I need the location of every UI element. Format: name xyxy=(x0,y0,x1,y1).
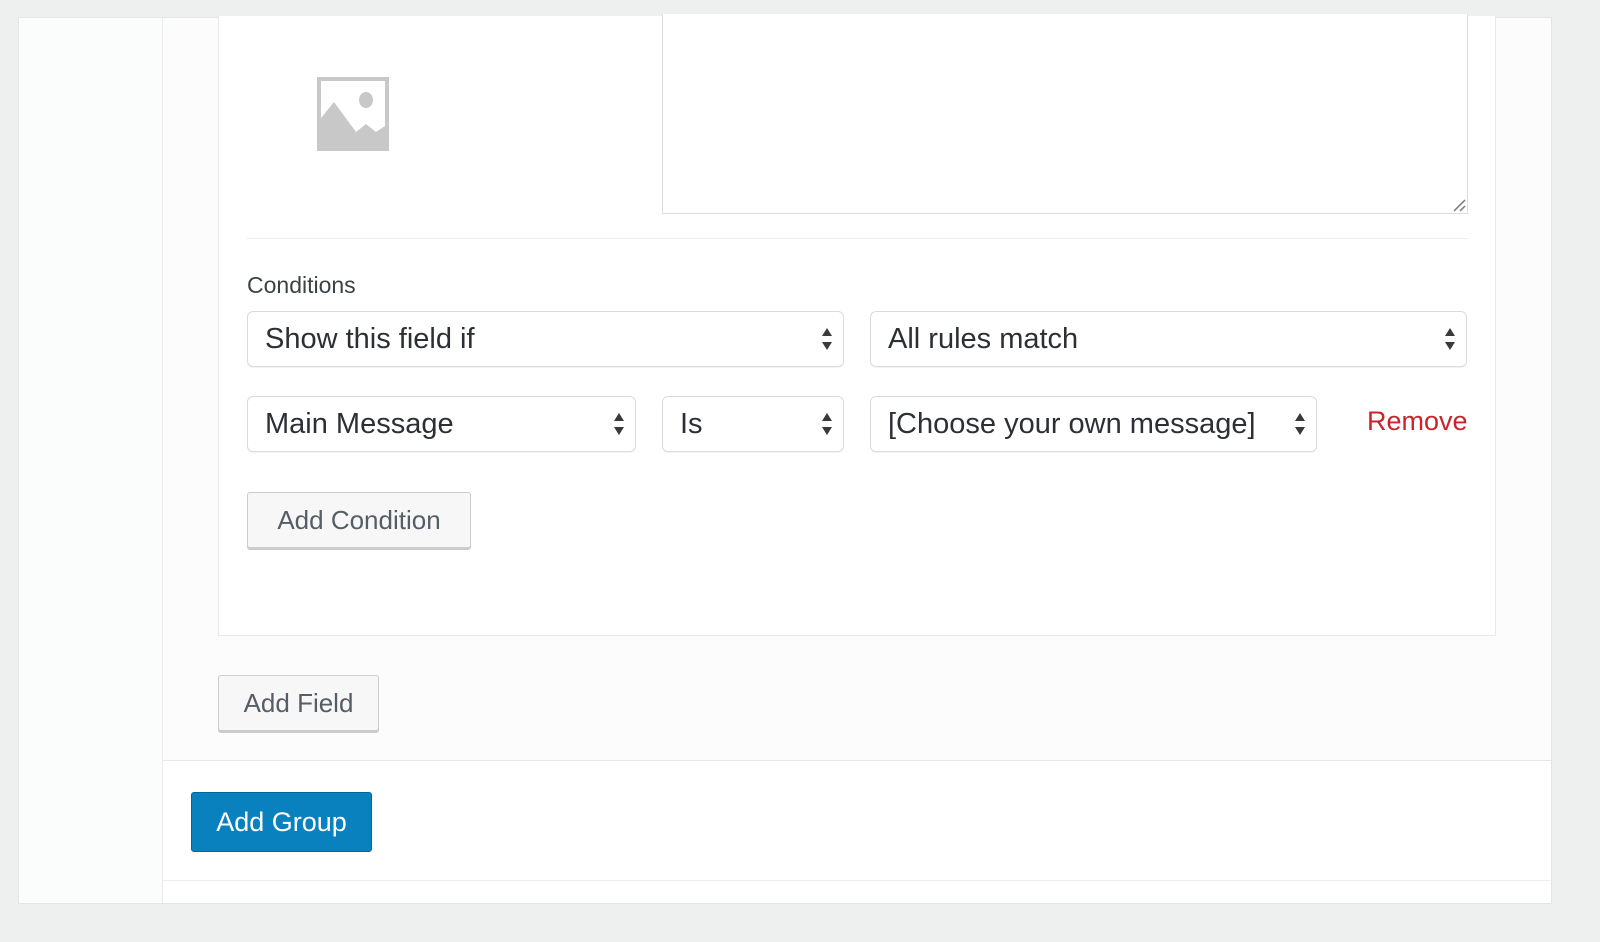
rule-operator-select[interactable]: Is xyxy=(662,396,844,452)
add-group-button[interactable]: Add Group xyxy=(191,792,372,852)
condition-action-select[interactable]: Show this field if xyxy=(247,311,844,367)
image-placeholder-icon[interactable] xyxy=(316,76,390,152)
rule-value-select[interactable]: [Choose your own message] xyxy=(870,396,1317,452)
select-arrows-icon xyxy=(822,413,832,435)
select-arrows-icon xyxy=(822,328,832,350)
divider xyxy=(163,880,1551,881)
match-type-select[interactable]: All rules match xyxy=(870,311,1467,367)
divider xyxy=(247,238,1468,239)
add-condition-button[interactable]: Add Condition xyxy=(247,492,471,548)
rule-field-value: Main Message xyxy=(265,407,454,440)
field-card: Conditions Show this field if All rules … xyxy=(218,14,1496,636)
rule-operator-value: Is xyxy=(680,407,703,440)
left-column xyxy=(19,18,163,903)
match-type-value: All rules match xyxy=(888,322,1079,355)
resize-handle-icon[interactable] xyxy=(1452,198,1466,212)
add-field-button[interactable]: Add Field xyxy=(218,675,379,731)
settings-panel: Conditions Show this field if All rules … xyxy=(18,14,1552,904)
select-arrows-icon xyxy=(1295,413,1305,435)
condition-action-value: Show this field if xyxy=(265,322,475,355)
select-arrows-icon xyxy=(1445,328,1455,350)
remove-condition-link[interactable]: Remove xyxy=(1367,406,1468,437)
rule-field-select[interactable]: Main Message xyxy=(247,396,636,452)
message-textarea[interactable] xyxy=(662,14,1468,214)
condition-group: Conditions Show this field if All rules … xyxy=(163,14,1551,761)
conditions-label: Conditions xyxy=(247,272,356,298)
select-arrows-icon xyxy=(614,413,624,435)
rule-value-value: [Choose your own message] xyxy=(888,407,1256,440)
